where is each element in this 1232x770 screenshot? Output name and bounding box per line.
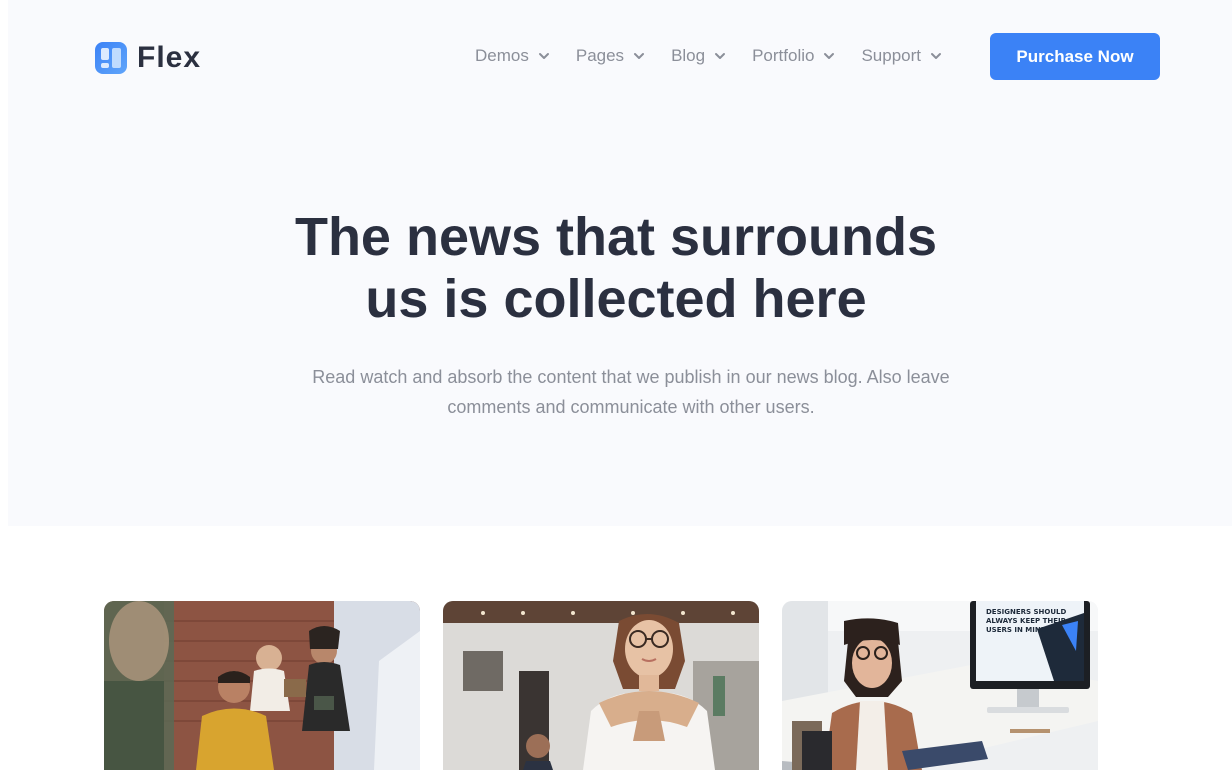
brand-name: Flex xyxy=(137,41,202,74)
subtitle-line-1: Read watch and absorb the content that w… xyxy=(312,367,950,387)
nav-item-pages[interactable]: Pages xyxy=(576,44,645,68)
logo-icon xyxy=(95,42,127,74)
woman-portrait-photo xyxy=(443,601,759,770)
nav-item-label: Pages xyxy=(575,46,625,65)
screen-text-3: USERS IN MIND. xyxy=(986,626,1049,634)
title-line-1: The news that surrounds xyxy=(294,207,938,267)
main-nav: Demos Pages Blog Portfolio Support xyxy=(475,44,968,68)
blog-post-card[interactable]: DESIGNERS SHOULD ALWAYS KEEP THEIR USERS… xyxy=(782,601,1098,770)
subtitle-line-2: comments and communicate with other user… xyxy=(447,397,815,417)
blog-post-card[interactable] xyxy=(443,601,759,770)
nav-item-label: Blog xyxy=(671,46,706,65)
chevron-down-icon xyxy=(930,50,942,62)
page-subtitle: Read watch and absorb the content that w… xyxy=(296,362,966,422)
chevron-down-icon xyxy=(714,50,726,62)
nav-item-portfolio[interactable]: Portfolio xyxy=(752,44,835,68)
nav-item-demos[interactable]: Demos xyxy=(475,44,550,68)
designer-desk-photo: DESIGNERS SHOULD ALWAYS KEEP THEIR USERS… xyxy=(782,601,1098,770)
title-line-2: us is collected here xyxy=(365,269,867,329)
nav-item-label: Demos xyxy=(475,46,529,65)
nav-item-label: Support xyxy=(861,46,922,65)
nav-item-blog[interactable]: Blog xyxy=(671,44,726,68)
screen-text-1: DESIGNERS SHOULD xyxy=(986,608,1066,616)
chevron-down-icon xyxy=(823,50,835,62)
screen-text-2: ALWAYS KEEP THEIR xyxy=(986,617,1067,625)
nav-item-support[interactable]: Support xyxy=(861,44,942,68)
blog-post-card[interactable] xyxy=(104,601,420,770)
chevron-down-icon xyxy=(633,50,645,62)
chevron-down-icon xyxy=(538,50,550,62)
page-title: The news that surrounds us is collected … xyxy=(216,206,1016,330)
blog-post-grid: DESIGNERS SHOULD ALWAYS KEEP THEIR USERS… xyxy=(104,601,1121,770)
team-meeting-photo xyxy=(104,601,420,770)
brand-logo[interactable]: Flex xyxy=(95,41,201,75)
purchase-now-button[interactable]: Purchase Now xyxy=(990,33,1160,80)
nav-item-label: Portfolio xyxy=(752,46,815,65)
